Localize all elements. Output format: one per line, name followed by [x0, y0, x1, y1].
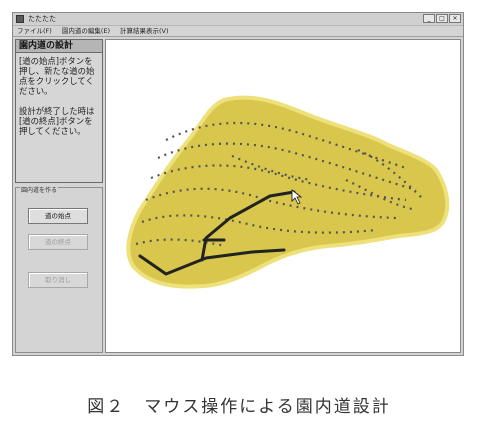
road-end-button[interactable]: 道の終点 — [28, 234, 88, 250]
window-controls: _ □ × — [423, 14, 461, 23]
maximize-button[interactable]: □ — [436, 14, 448, 23]
panel-title: 園内道の設計 — [15, 39, 103, 53]
instruction-start: [道の始点]ボタンを押し、新たな道の始点をクリックしてください。 — [19, 56, 95, 96]
window-title: たたたた — [28, 15, 56, 23]
app-window: たたたた _ □ × ファイル(F) 園内道の編集(E) 計算結果表示(V) 園… — [12, 12, 464, 356]
close-button[interactable]: × — [449, 14, 461, 23]
menu-view-results[interactable]: 計算結果表示(V) — [120, 26, 169, 36]
road-tools-group: 園内道を作る 道の始点 道の終点 取り消し — [15, 187, 103, 353]
map-canvas[interactable] — [105, 39, 461, 353]
figure-caption: 図２ マウス操作による園内道設計 — [87, 397, 391, 417]
minimize-button[interactable]: _ — [423, 14, 435, 23]
menu-edit-road[interactable]: 園内道の編集(E) — [62, 26, 110, 36]
instruction-end: 設計が終了した時は[道の終点]ボタンを押してください。 — [19, 106, 95, 136]
menu-file[interactable]: ファイル(F) — [17, 26, 52, 36]
menu-bar: ファイル(F) 園内道の編集(E) 計算結果表示(V) — [13, 26, 463, 37]
road-start-button[interactable]: 道の始点 — [28, 208, 88, 224]
orchard-map[interactable] — [106, 40, 461, 353]
instructions-box: [道の始点]ボタンを押し、新たな道の始点をクリックしてください。 設計が終了した… — [15, 53, 103, 183]
undo-button[interactable]: 取り消し — [28, 272, 88, 288]
title-bar: たたたた _ □ × — [13, 13, 463, 26]
side-panel: 園内道の設計 [道の始点]ボタンを押し、新たな道の始点をクリックしてください。 … — [15, 39, 103, 353]
app-icon — [16, 15, 24, 23]
group-title: 園内道を作る — [20, 187, 59, 195]
